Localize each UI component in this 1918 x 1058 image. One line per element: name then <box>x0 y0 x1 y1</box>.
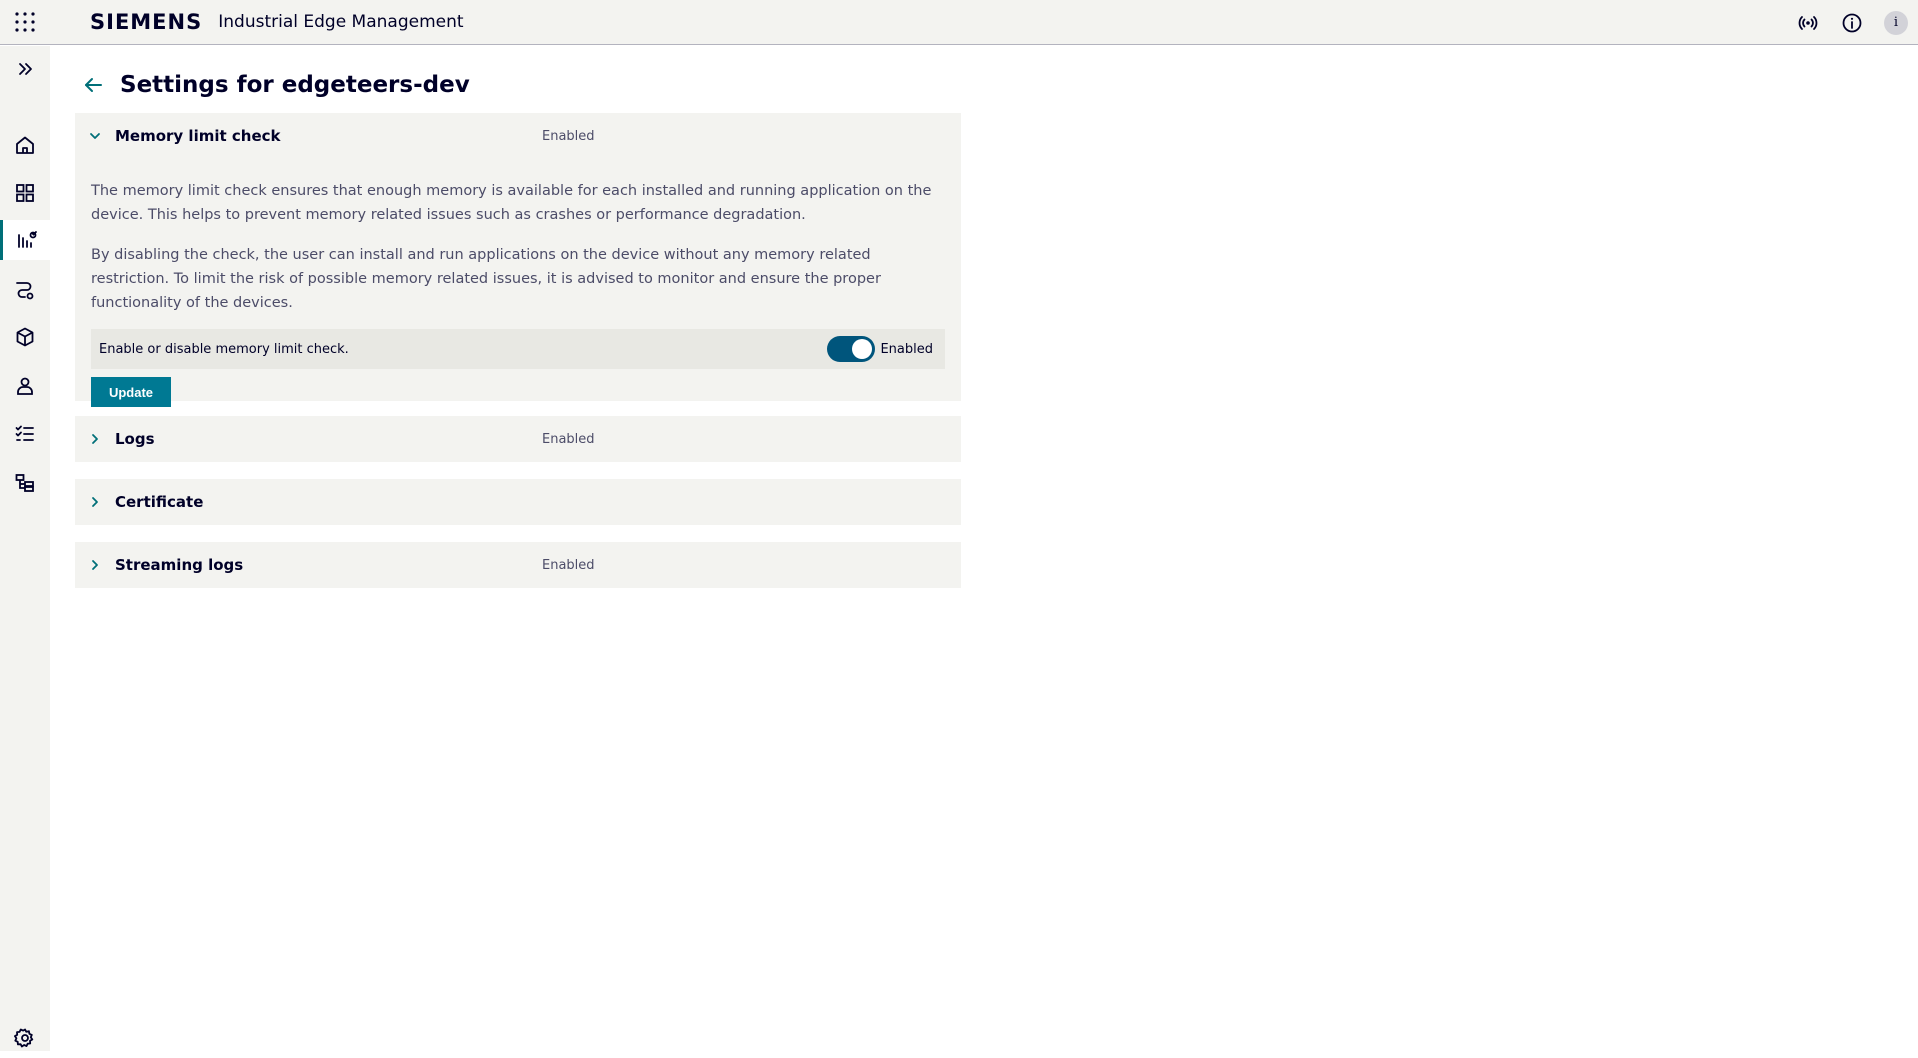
panel-logs-header[interactable]: Logs Enabled <box>75 416 961 462</box>
app-name: Industrial Edge Management <box>218 12 464 32</box>
panel-streaming-status: Enabled <box>542 557 595 573</box>
info-button[interactable] <box>1830 0 1874 45</box>
panel-streaming-logs: Streaming logs Enabled <box>75 542 961 588</box>
info-icon <box>1842 13 1862 32</box>
broadcast-icon <box>1798 15 1818 30</box>
sidebar-item-flows[interactable] <box>0 269 50 309</box>
panel-certificate: Certificate <box>75 479 961 525</box>
memory-description-1: The memory limit check ensures that enou… <box>91 183 932 223</box>
chevron-right-icon <box>92 560 98 570</box>
chevron-down-icon <box>90 133 100 139</box>
device-config-icon <box>17 231 37 248</box>
panel-streaming-header[interactable]: Streaming logs Enabled <box>75 542 961 588</box>
gear-icon <box>14 1028 34 1048</box>
panel-memory-title: Memory limit check <box>115 127 281 145</box>
checklist-icon <box>15 425 34 441</box>
connectivity-button[interactable] <box>1786 0 1830 45</box>
panel-logs-title: Logs <box>115 430 155 448</box>
memory-limit-toggle[interactable] <box>827 336 876 362</box>
toggle-knob <box>852 339 873 359</box>
page-title: Settings for edgeteers-dev <box>120 72 470 98</box>
panel-memory-header[interactable]: Memory limit check Enabled <box>75 113 961 159</box>
memory-toggle-row: Enable or disable memory limit check. En… <box>91 329 945 369</box>
sidebar-item-home[interactable] <box>0 125 50 165</box>
memory-toggle-label: Enable or disable memory limit check. <box>99 341 349 357</box>
grid-icon <box>16 184 34 202</box>
panel-certificate-header[interactable]: Certificate <box>75 479 961 525</box>
panel-logs-status: Enabled <box>542 431 595 447</box>
sidebar-item-network[interactable] <box>0 463 50 503</box>
update-button[interactable]: Update <box>91 377 171 407</box>
arrow-left-icon <box>85 78 102 92</box>
sidebar <box>0 46 50 1051</box>
sidebar-item-dashboard[interactable] <box>0 173 50 213</box>
brand-logo: SIEMENS <box>90 10 203 34</box>
avatar: i <box>1884 10 1908 35</box>
double-chevron-right-icon <box>19 63 32 75</box>
box-icon <box>16 327 34 347</box>
back-button[interactable] <box>78 70 108 100</box>
panel-memory-status: Enabled <box>542 128 595 144</box>
sidebar-item-users[interactable] <box>0 366 50 406</box>
home-icon <box>16 136 34 154</box>
user-icon <box>17 377 33 395</box>
panel-certificate-title: Certificate <box>115 493 204 511</box>
sidebar-item-devices[interactable] <box>0 220 50 260</box>
app-switcher-button[interactable] <box>0 0 50 45</box>
chevron-right-icon <box>92 497 98 507</box>
memory-description-2: By disabling the check, the user can ins… <box>91 247 881 311</box>
user-menu-button[interactable]: i <box>1874 0 1918 45</box>
network-icon <box>15 474 34 492</box>
chevron-right-icon <box>92 434 98 444</box>
panel-memory-limit-check: Memory limit check Enabled The memory li… <box>75 113 961 407</box>
panel-streaming-title: Streaming logs <box>115 556 244 574</box>
sidebar-item-settings[interactable] <box>0 1018 50 1058</box>
memory-toggle-state: Enabled <box>880 341 933 357</box>
sidebar-item-tasks[interactable] <box>0 414 50 454</box>
flow-icon <box>16 282 34 300</box>
sidebar-item-apps[interactable] <box>0 317 50 357</box>
panel-logs: Logs Enabled <box>75 416 961 462</box>
top-bar: SIEMENS Industrial Edge Management i <box>0 0 1918 45</box>
sidebar-expand-button[interactable] <box>0 49 50 89</box>
dots-grid-icon <box>15 12 35 32</box>
